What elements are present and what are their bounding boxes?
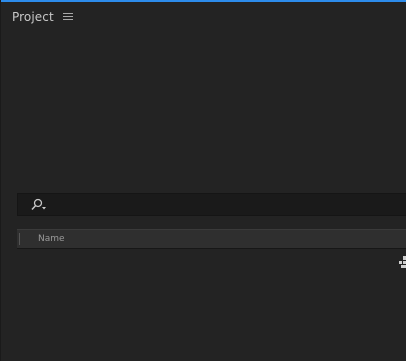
panel-header: Project bbox=[1, 2, 406, 32]
search-input[interactable] bbox=[17, 193, 406, 216]
panel-divider bbox=[17, 216, 406, 226]
hamburger-icon[interactable] bbox=[62, 12, 75, 22]
column-separator[interactable] bbox=[19, 233, 20, 245]
preview-area bbox=[1, 32, 406, 192]
search-dropdown-icon[interactable] bbox=[30, 198, 48, 212]
column-header: Name bbox=[17, 229, 406, 249]
column-name-header[interactable]: Name bbox=[38, 234, 65, 244]
project-panel: Project Name bbox=[0, 0, 406, 361]
project-item-list[interactable] bbox=[17, 249, 406, 361]
panel-title: Project bbox=[12, 10, 54, 24]
flowchart-icon[interactable] bbox=[399, 256, 406, 268]
